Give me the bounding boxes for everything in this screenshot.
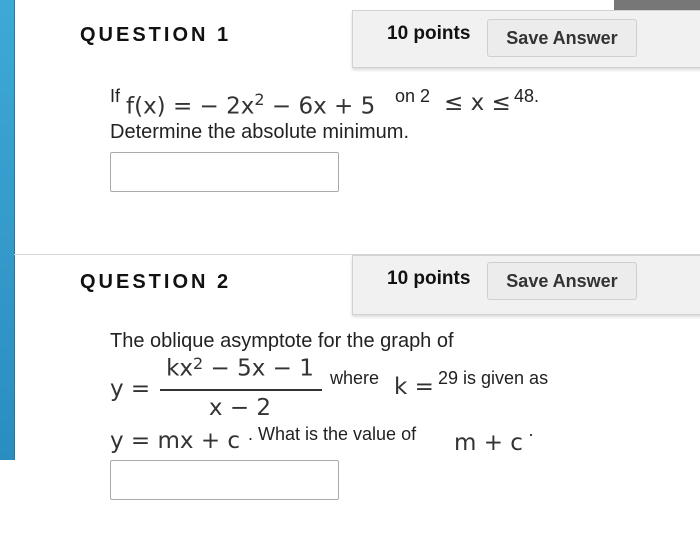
answer-input[interactable] [110, 152, 339, 192]
function-part: f(x) = − 2x [126, 93, 255, 120]
fraction-bar [160, 389, 322, 391]
inequality: ≤ x ≤ [444, 90, 511, 116]
points-label: 10 points [387, 23, 471, 44]
where-text: where [330, 368, 380, 388]
y-equals: y = [110, 376, 151, 402]
k-value-text: 29 is given as [438, 368, 549, 388]
numerator-rest: − 5x − 1 [203, 355, 314, 382]
question-2: QUESTION 2 10 points Save Answer The obl… [14, 254, 700, 555]
fraction-denominator: x − 2 [160, 395, 320, 421]
answer-input[interactable] [110, 460, 339, 500]
question-prompt: Determine the absolute minimum. [110, 121, 410, 143]
period-dot: · [528, 424, 534, 444]
question-title: QUESTION 1 [80, 24, 232, 46]
line-equation: y = mx + c [110, 428, 241, 454]
save-answer-button[interactable]: Save Answer [487, 19, 637, 57]
question-1: QUESTION 1 10 points Save Answer If f(x)… [14, 0, 700, 254]
points-panel: 10 points Save Answer [352, 10, 700, 68]
exponent: 2 [254, 90, 265, 109]
k-equals: k = [394, 374, 434, 400]
numerator-exponent: 2 [193, 354, 204, 373]
function-rest: − 6x + 5 [264, 93, 376, 120]
left-accent-strip [0, 0, 15, 460]
question-text-line1: The oblique asymptote for the graph of [110, 330, 454, 352]
fraction-numerator: kx2 − 5x − 1 [160, 354, 320, 381]
upper-bound: 48. [514, 86, 540, 106]
points-label: 10 points [387, 268, 471, 289]
function-expression: f(x) = − 2x2 − 6x + 5 [126, 90, 375, 120]
points-panel: 10 points Save Answer [352, 255, 700, 315]
denominator: x − 2 [208, 395, 272, 421]
if-text: If [110, 86, 121, 106]
save-answer-button[interactable]: Save Answer [487, 262, 637, 300]
what-text: . What is the value of [248, 424, 417, 444]
on-2-text: on 2 [395, 86, 431, 106]
m-plus-c: m + c [454, 430, 523, 456]
numerator-kx: kx [166, 355, 194, 382]
question-title: QUESTION 2 [80, 271, 232, 293]
